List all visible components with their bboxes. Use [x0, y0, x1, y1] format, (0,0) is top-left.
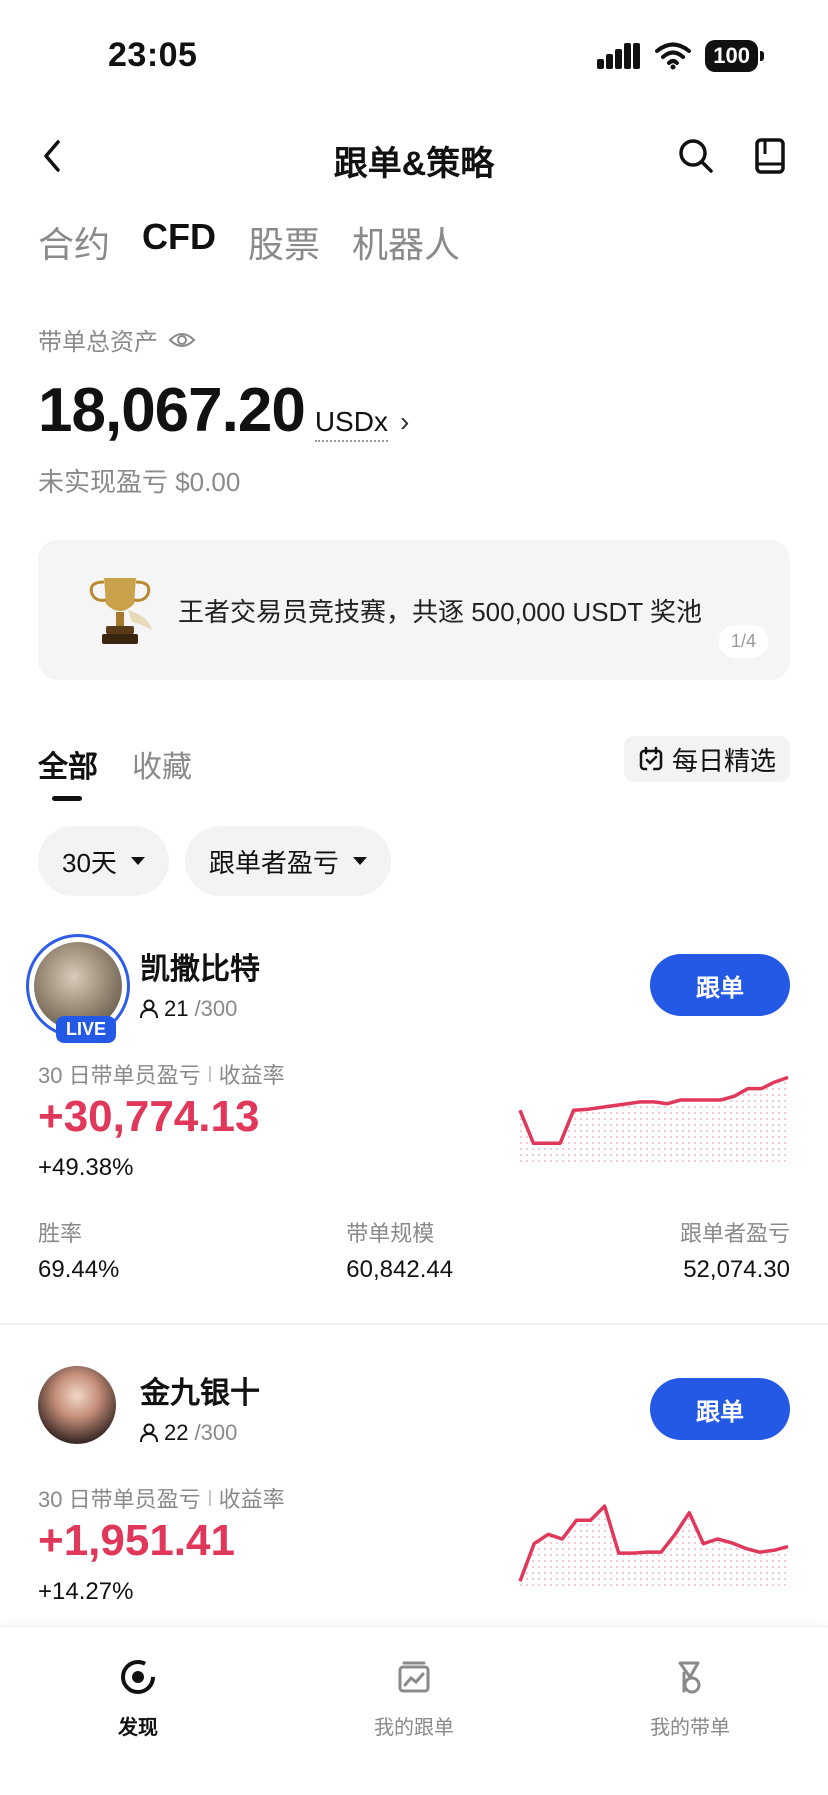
followers-current: 22 — [164, 1420, 189, 1445]
metric-label-rate: 收益率 — [218, 1487, 285, 1512]
stat-win-rate: 胜率 69.44% — [38, 1216, 119, 1284]
battery-indicator: 100 — [705, 40, 764, 72]
card-divider — [0, 1323, 828, 1325]
trader-rate: +14.27% — [38, 1578, 134, 1605]
followers-max: /300 — [194, 1420, 238, 1445]
guide-book-icon[interactable] — [752, 136, 788, 176]
pnl-sparkline — [518, 1075, 789, 1162]
bottom-nav: 发现 我的跟单 我的带单 — [0, 1626, 828, 1795]
assets-amount: 18,067.20 — [38, 376, 306, 445]
tab-stocks[interactable]: 股票 — [248, 216, 320, 268]
chevron-right-icon[interactable]: › — [400, 406, 409, 438]
followers-current: 21 — [164, 996, 189, 1021]
trader-stats: 胜率 69.44% 带单规模 60,842.44 跟单者盈亏 52,074.30 — [38, 1216, 790, 1284]
daily-pick-button[interactable]: 每日精选 — [623, 736, 790, 782]
stat-label: 胜率 — [38, 1221, 83, 1246]
trader-name[interactable]: 凯撒比特 — [140, 944, 260, 988]
live-badge: LIVE — [56, 1016, 117, 1043]
followers-max: /300 — [194, 996, 238, 1021]
discover-icon — [121, 1660, 155, 1694]
metric-separator — [208, 1490, 211, 1506]
stat-label: 带单规模 — [346, 1221, 435, 1246]
nav-discover[interactable]: 发现 — [68, 1657, 208, 1740]
tab-cfd[interactable]: CFD — [142, 216, 216, 268]
stat-value: 52,074.30 — [683, 1256, 790, 1283]
trader-pnl: +30,774.13 — [38, 1092, 260, 1141]
period-filter-label: 30天 — [62, 847, 117, 878]
avatar[interactable] — [38, 1366, 116, 1444]
caret-down-icon — [352, 857, 367, 865]
metric-label-pnl: 30 日带单员盈亏 — [38, 1063, 201, 1088]
metric-label: 30 日带单员盈亏 收益率 — [38, 1482, 285, 1514]
search-icon[interactable] — [676, 136, 716, 176]
copy-trade-button[interactable]: 跟单 — [650, 1378, 790, 1440]
tab-all-underline — [52, 796, 82, 801]
metric-label-rate: 收益率 — [218, 1063, 285, 1088]
assets-unit[interactable]: USDx — [314, 406, 388, 442]
assets-label: 带单总资产 — [38, 329, 158, 356]
followers-count: 21/300 — [140, 996, 237, 1022]
stat-value: 69.44% — [38, 1256, 120, 1283]
daily-pick-label: 每日精选 — [671, 745, 776, 776]
tab-favorites[interactable]: 收藏 — [132, 742, 192, 786]
list-tabs: 全部 收藏 每日精选 — [38, 736, 790, 810]
promo-banner[interactable]: 王者交易员竞技赛，共逐 500,000 USDT 奖池 1/4 — [38, 540, 790, 680]
user-icon — [140, 999, 158, 1019]
trader-name[interactable]: 金九银十 — [140, 1368, 260, 1412]
stat-label: 跟单者盈亏 — [679, 1221, 790, 1246]
assets-summary: 带单总资产 18,067.20 USDx › 未实现盈亏 $0.00 — [38, 322, 409, 499]
status-time: 23:05 — [108, 36, 198, 74]
trader-pnl: +1,951.41 — [38, 1516, 235, 1565]
filter-bar: 30天 跟单者盈亏 — [38, 826, 391, 896]
nav-my-copy-label: 我的跟单 — [374, 1717, 454, 1739]
trophy-icon — [89, 578, 152, 644]
nav-my-lead[interactable]: 我的带单 — [620, 1657, 760, 1740]
followers-count: 22/300 — [140, 1420, 237, 1446]
sparkline-area — [520, 1506, 788, 1586]
eye-icon[interactable] — [168, 330, 196, 350]
period-filter[interactable]: 30天 — [38, 826, 169, 896]
calendar-check-icon — [639, 746, 663, 771]
sort-filter[interactable]: 跟单者盈亏 — [184, 826, 391, 896]
caret-down-icon — [130, 857, 145, 865]
sort-filter-label: 跟单者盈亏 — [208, 847, 339, 878]
wifi-icon — [655, 42, 692, 70]
banner-text: 王者交易员竞技赛，共逐 500,000 USDT 奖池 — [178, 597, 702, 627]
stat-lead-size: 带单规模 60,842.44 — [346, 1216, 453, 1284]
pnl-sparkline — [518, 1504, 789, 1586]
user-icon — [140, 1423, 158, 1443]
tab-all[interactable]: 全部 — [38, 742, 98, 786]
signal-icon — [597, 43, 641, 69]
nav-my-lead-label: 我的带单 — [650, 1717, 730, 1739]
status-bar: 23:05 100 — [0, 0, 828, 110]
copy-trade-button[interactable]: 跟单 — [650, 954, 790, 1016]
nav-bar: 跟单&策略 — [0, 120, 828, 196]
trader-rate: +49.38% — [38, 1154, 134, 1181]
status-icons: 100 — [597, 40, 764, 72]
metric-separator — [208, 1066, 211, 1082]
stat-value: 60,842.44 — [346, 1256, 454, 1283]
nav-my-copy[interactable]: 我的跟单 — [344, 1657, 484, 1740]
my-lead-icon — [678, 1661, 701, 1694]
unrealized-pnl: 未实现盈亏 $0.00 — [38, 467, 241, 497]
assets-label-row: 带单总资产 — [38, 322, 409, 357]
tab-bots[interactable]: 机器人 — [352, 216, 460, 268]
nav-discover-label: 发现 — [118, 1717, 158, 1739]
assets-amount-row[interactable]: 18,067.20 USDx › — [38, 375, 409, 446]
stat-follower-pnl: 跟单者盈亏 52,074.30 — [680, 1216, 790, 1284]
metric-label: 30 日带单员盈亏 收益率 — [38, 1058, 285, 1090]
product-tabs: 合约 CFD 股票 机器人 — [38, 216, 460, 268]
my-copy-icon — [398, 1661, 430, 1693]
metric-label-pnl: 30 日带单员盈亏 — [38, 1487, 201, 1512]
tab-contract[interactable]: 合约 — [38, 216, 110, 268]
banner-pager: 1/4 — [718, 625, 768, 658]
